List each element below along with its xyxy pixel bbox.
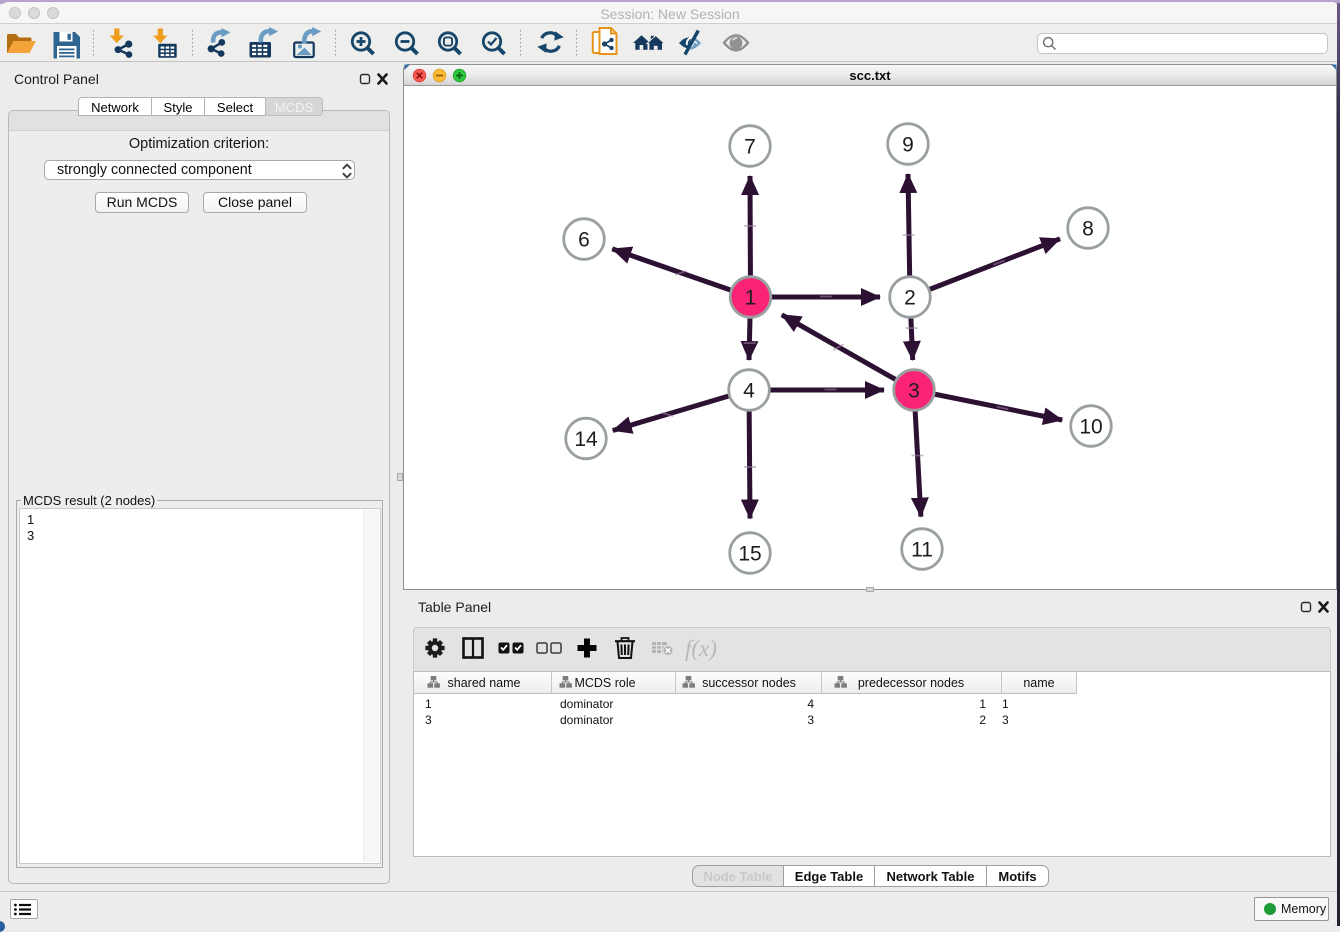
svg-text:f(x): f(x) bbox=[685, 636, 717, 661]
svg-text:10: 10 bbox=[1079, 416, 1102, 439]
svg-text:2: 2 bbox=[904, 287, 916, 310]
svg-text:9: 9 bbox=[902, 134, 914, 157]
svg-text:6: 6 bbox=[578, 229, 590, 252]
svg-text:11: 11 bbox=[911, 539, 933, 562]
svg-text:14: 14 bbox=[574, 428, 598, 451]
svg-text:15: 15 bbox=[738, 543, 761, 566]
svg-text:1: 1 bbox=[745, 287, 757, 310]
svg-text:4: 4 bbox=[743, 380, 755, 403]
svg-text:7: 7 bbox=[744, 136, 756, 159]
svg-text:3: 3 bbox=[908, 380, 920, 403]
svg-text:8: 8 bbox=[1082, 218, 1094, 241]
